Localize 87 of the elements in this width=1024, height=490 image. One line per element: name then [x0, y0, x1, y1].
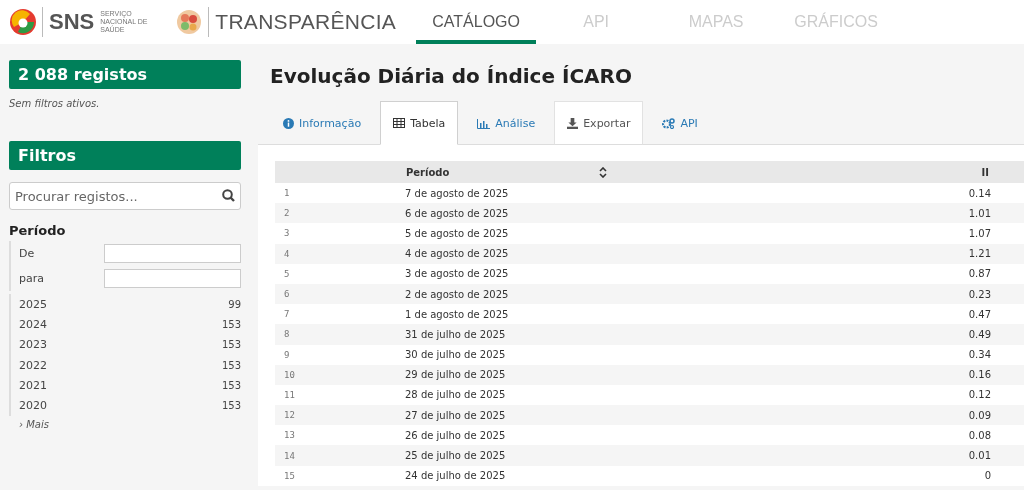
- table-cell: 7 de agosto de 2025: [405, 183, 892, 204]
- table-cell: 26 de julho de 2025: [405, 425, 892, 446]
- table-cell: 1.21: [891, 243, 1024, 264]
- row-number: 6: [275, 283, 405, 305]
- table-cell: 0.49: [891, 324, 1024, 345]
- table-cell: 27 de julho de 2025: [405, 405, 892, 426]
- row-number: 4: [275, 243, 405, 264]
- row-number: 10: [275, 364, 405, 385]
- row-number: 7: [275, 304, 405, 325]
- table-cell: 31 de julho de 2025: [405, 324, 892, 345]
- filter-status: Sem filtros ativos.: [9, 98, 101, 109]
- sort-icon[interactable]: [599, 166, 608, 178]
- table-cell: 30 de julho de 2025: [405, 344, 892, 365]
- facet-value[interactable]: 2020: [19, 399, 47, 413]
- facet-value[interactable]: 2021: [19, 378, 47, 392]
- table-cell: 1 de agosto de 2025: [405, 304, 892, 325]
- row-number: 13: [275, 425, 405, 446]
- row-number: 5: [275, 263, 405, 284]
- facet-count: 153: [221, 400, 241, 412]
- facet-count: 153: [221, 359, 241, 371]
- table-cell: 0.34: [891, 344, 1024, 365]
- table-cell: 2 de agosto de 2025: [405, 283, 892, 305]
- facet-count: 153: [221, 318, 241, 330]
- table-cell: 0: [891, 465, 1024, 486]
- record-count: 2 088 registos: [9, 60, 241, 89]
- table-cell: 0.08: [891, 425, 1024, 446]
- row-number: 2: [275, 203, 405, 224]
- tab[interactable]: Informação: [270, 101, 375, 145]
- table-cell: 0.47: [891, 304, 1024, 325]
- table-cell: 3 de agosto de 2025: [405, 263, 892, 284]
- column-header[interactable]: II: [891, 161, 1024, 183]
- row-number: 12: [275, 405, 405, 426]
- tab[interactable]: Exportar: [554, 101, 644, 145]
- table-cell: 0.87: [891, 263, 1024, 284]
- table-cell: 0.12: [891, 384, 1024, 406]
- facet-value[interactable]: 2023: [19, 338, 47, 352]
- sns-logo-text: SNS: [49, 9, 95, 35]
- table-cell: 5 de agosto de 2025: [405, 223, 892, 244]
- facet-count: 153: [221, 339, 241, 351]
- table-cell: 0.23: [891, 283, 1024, 305]
- table-cell: 0.01: [891, 445, 1024, 466]
- tab[interactable]: API: [649, 101, 711, 145]
- mosaic-logo-icon: [176, 9, 203, 35]
- table-cell: 0.09: [891, 405, 1024, 426]
- facet-value[interactable]: 2024: [19, 317, 47, 331]
- table-cell: 4 de agosto de 2025: [405, 243, 892, 264]
- row-number: 1: [275, 183, 405, 204]
- facet-count: 99: [228, 298, 241, 310]
- table-cell: 1.01: [891, 203, 1024, 224]
- table-cell: 29 de julho de 2025: [405, 364, 892, 385]
- brand-title: TRANSPARÊNCIA: [215, 10, 397, 34]
- info-icon: [283, 118, 294, 129]
- table-cell: 6 de agosto de 2025: [405, 203, 892, 224]
- facet-value[interactable]: 2025: [19, 297, 47, 311]
- row-number: 14: [275, 445, 405, 466]
- table-cell: 0.14: [891, 183, 1024, 204]
- row-number: 8: [275, 324, 405, 345]
- search-icon[interactable]: [222, 189, 235, 202]
- more-link[interactable]: › Mais: [19, 418, 241, 430]
- filters-heading: Filtros: [9, 141, 241, 170]
- range-input[interactable]: [104, 244, 241, 263]
- range-input[interactable]: [104, 269, 241, 288]
- table-icon: [393, 118, 406, 128]
- table-cell: 28 de julho de 2025: [405, 384, 892, 406]
- gears-icon: [662, 118, 676, 129]
- sns-logo-icon: [10, 9, 36, 35]
- facet-value[interactable]: 2022: [19, 358, 47, 372]
- table-cell: 24 de julho de 2025: [405, 465, 892, 486]
- row-number: 9: [275, 344, 405, 365]
- row-number: 11: [275, 384, 405, 406]
- tab[interactable]: Análise: [464, 101, 549, 145]
- range-label: para: [19, 272, 44, 285]
- column-header[interactable]: Período: [405, 161, 892, 183]
- row-number: 15: [275, 465, 405, 486]
- search-field[interactable]: Procurar registos...: [9, 182, 241, 210]
- tab[interactable]: Tabela: [380, 101, 459, 145]
- bar-chart-icon: [477, 118, 491, 129]
- facet-title: Período: [9, 223, 67, 238]
- download-icon: [567, 117, 579, 129]
- row-number: 3: [275, 223, 405, 244]
- table-cell: 0.16: [891, 364, 1024, 385]
- table-cell: 25 de julho de 2025: [405, 445, 892, 466]
- table-cell: 1.07: [891, 223, 1024, 244]
- nav-link[interactable]: CATÁLOGO: [416, 0, 537, 44]
- page-title: Evolução Diária do Índice ÍCARO: [270, 64, 633, 88]
- range-label: De: [19, 247, 35, 260]
- facet-count: 153: [221, 379, 241, 391]
